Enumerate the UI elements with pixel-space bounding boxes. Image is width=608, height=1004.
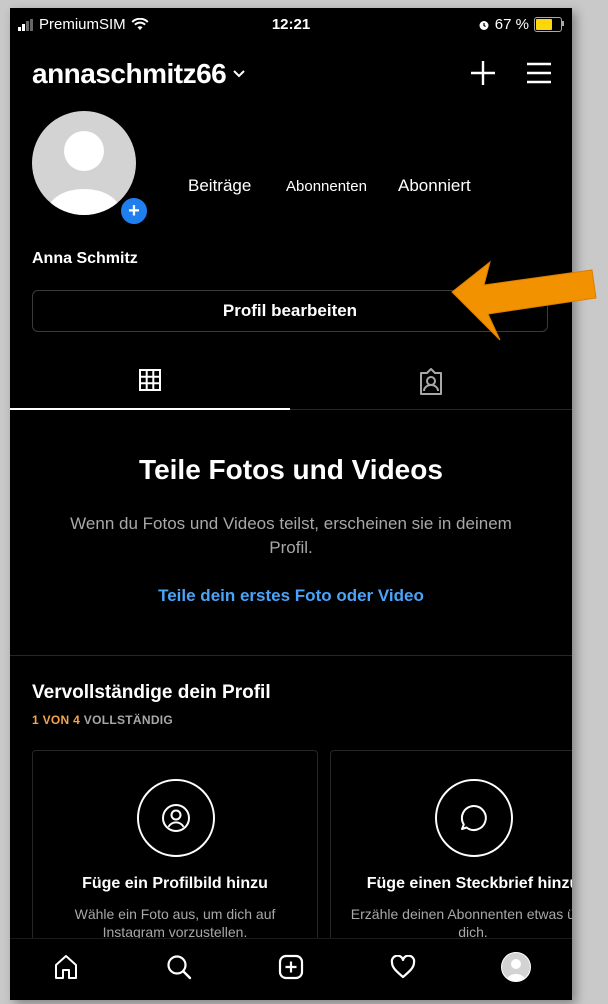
progress-count: 1 VON 4 [32, 713, 81, 727]
tab-tagged[interactable] [290, 358, 572, 410]
complete-profile-progress: 1 VON 4 VOLLSTÄNDIG [32, 713, 173, 727]
followers-stat[interactable]: Abonnenten [286, 178, 367, 195]
tagged-icon [420, 368, 442, 395]
empty-state-title: Teile Fotos und Videos [139, 454, 443, 485]
grid-icon [139, 369, 161, 391]
create-button[interactable] [466, 56, 500, 90]
nav-search[interactable] [159, 947, 199, 987]
card-description: Erzähle deinen Abonnenten etwas über dic… [350, 906, 572, 940]
new-post-icon [278, 954, 304, 979]
profile-avatar-icon [500, 951, 531, 982]
user-circle-icon [162, 804, 190, 832]
card-circle [137, 779, 215, 857]
card-title: Füge einen Steckbrief hinzu [366, 875, 572, 892]
active-tab-indicator [10, 408, 290, 410]
hamburger-menu-icon [527, 62, 551, 84]
nav-home[interactable] [46, 947, 86, 987]
card-circle [435, 779, 513, 857]
following-stat[interactable]: Abonniert [398, 176, 471, 196]
profile-picture[interactable]: + [32, 111, 150, 229]
profile-header: annaschmitz66 [32, 48, 551, 98]
username: annaschmitz66 [32, 58, 227, 89]
tab-divider [290, 409, 572, 410]
menu-button[interactable] [522, 56, 556, 90]
nav-new-post[interactable] [271, 947, 311, 987]
bottom-navigation [10, 938, 572, 1000]
status-bar: PremiumSIM 12:21 67 % [10, 8, 572, 42]
chevron-down-icon [233, 70, 245, 78]
battery-icon [534, 17, 564, 32]
complete-profile-title: Vervollständige dein Profil [32, 682, 271, 703]
plus-icon [471, 61, 495, 85]
phone-screen: PremiumSIM 12:21 67 % annaschmitz66 + Be… [10, 8, 572, 1000]
empty-state-description: Wenn du Fotos und Videos teilst, erschei… [70, 514, 512, 557]
speech-bubble-icon [460, 804, 487, 831]
share-first-photo-link[interactable]: Teile dein erstes Foto oder Video [10, 586, 572, 606]
username-switcher[interactable]: annaschmitz66 [32, 58, 246, 90]
add-bio-card[interactable]: Füge einen Steckbrief hinzu Erzähle dein… [330, 750, 572, 962]
tab-posts-grid[interactable] [10, 358, 290, 410]
add-profile-picture-card[interactable]: Füge ein Profilbild hinzu Wähle ein Foto… [32, 750, 318, 962]
home-icon [55, 954, 78, 979]
avatar [32, 111, 136, 215]
section-divider [10, 655, 572, 656]
alarm-icon [479, 20, 489, 30]
card-description: Wähle ein Foto aus, um dich auf Instagra… [74, 906, 276, 940]
battery-percent: 67 % [494, 16, 529, 33]
heart-icon [391, 954, 416, 978]
card-title: Füge ein Profilbild hinzu [82, 875, 268, 892]
nav-activity[interactable] [383, 947, 423, 987]
annotation-arrow [451, 260, 597, 341]
full-name: Anna Schmitz [32, 250, 138, 267]
status-right: 67 % [478, 16, 564, 33]
nav-profile[interactable] [496, 947, 536, 987]
posts-stat[interactable]: Beiträge [188, 176, 251, 196]
search-icon [166, 954, 191, 979]
add-photo-badge-icon[interactable]: + [118, 195, 150, 227]
progress-label: VOLLSTÄNDIG [83, 713, 174, 727]
